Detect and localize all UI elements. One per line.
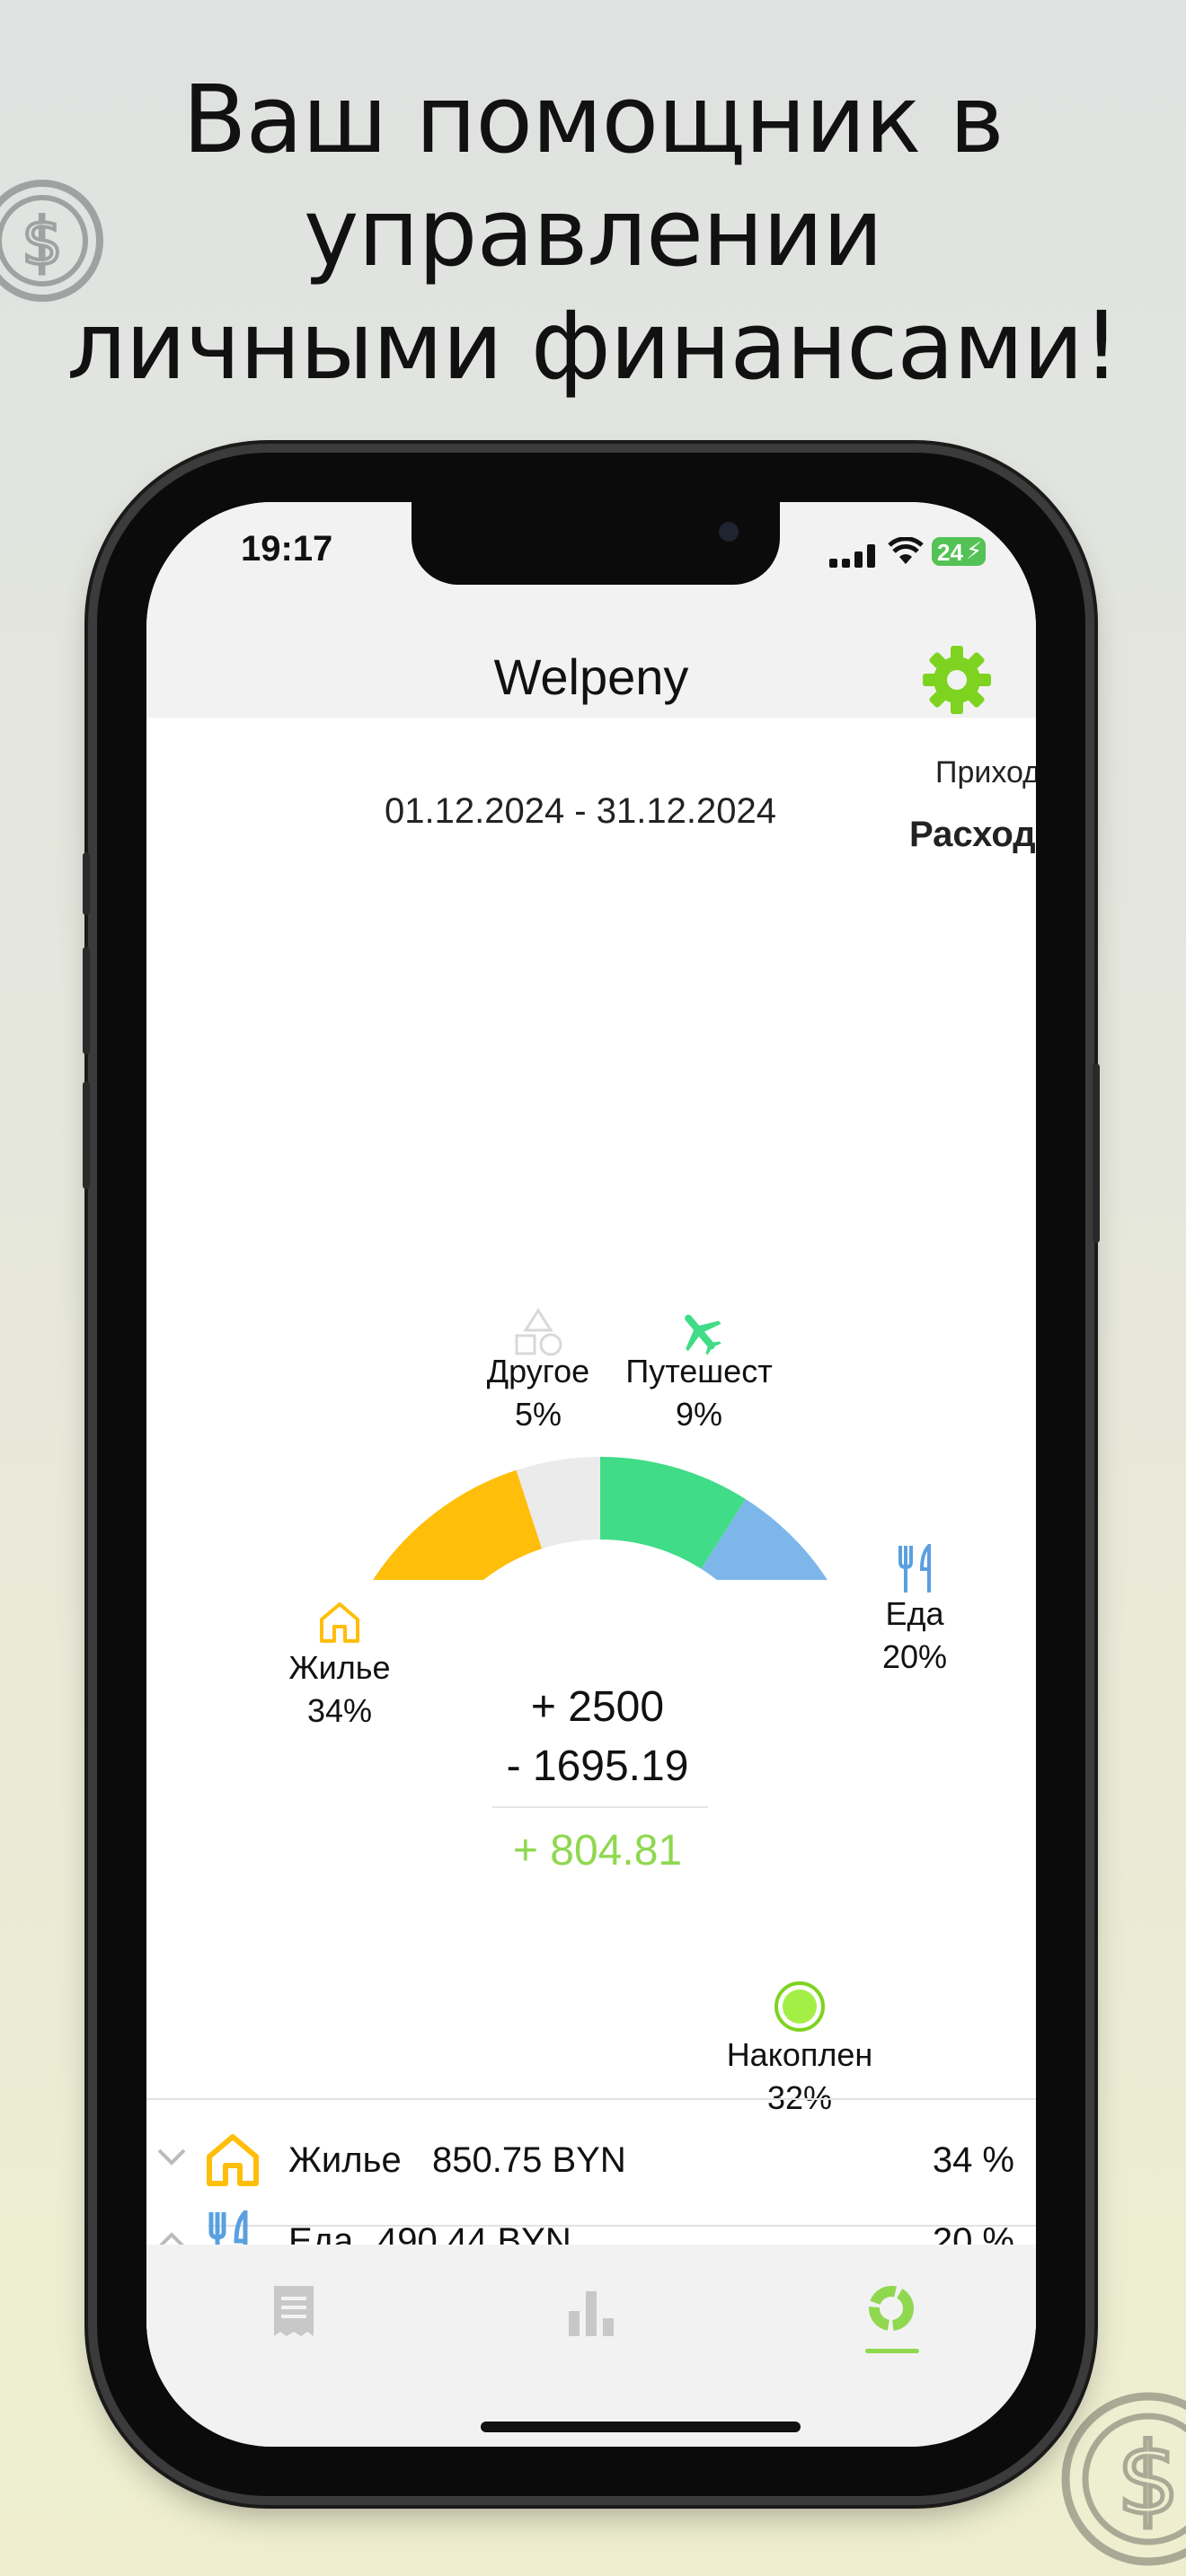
chart-label-name: Путешест	[625, 1353, 773, 1389]
transaction-detail[interactable]: 12.12.2024 18:46 250 USD	[314, 2428, 695, 2447]
chevron-down-icon[interactable]	[217, 2367, 249, 2388]
chevron-down-icon[interactable]	[155, 2146, 188, 2167]
category-percent: 20 %	[932, 2221, 1014, 2261]
tab-receipt-icon[interactable]	[270, 2284, 317, 2338]
total-income: + 2500	[530, 1683, 665, 1731]
total-expense: - 1695.19	[506, 1742, 689, 1790]
circle-icon	[774, 1981, 825, 2032]
category-name: Еда	[288, 2221, 354, 2261]
fork-knife-icon	[208, 2210, 248, 2268]
tab-bar-chart-icon[interactable]	[567, 2288, 615, 2336]
chart-label-food: Еда 20%	[847, 1592, 982, 1679]
chevron-up-icon[interactable]	[155, 2230, 188, 2252]
chart-label-travel: Путешест 9%	[605, 1350, 793, 1436]
promo-line: личными финансами!	[66, 291, 1120, 401]
chart-label-name: Еда	[885, 1595, 944, 1632]
app-screen: 19:17 24 ⚡ Welpeny Приход Расход 01.12.2…	[146, 502, 1036, 2447]
volume-up-button	[83, 947, 90, 1054]
category-name: Жилье	[288, 2140, 402, 2180]
chart-label-pct: 5%	[514, 1396, 562, 1433]
category-amount: 850.75 BYN	[432, 2140, 626, 2180]
chart-label-name: Накоплен	[726, 2036, 873, 2073]
tab-donut-icon[interactable]	[865, 2282, 917, 2334]
phone-frame: 19:17 24 ⚡ Welpeny Приход Расход 01.12.2…	[83, 453, 1100, 2496]
subcategory-name: Аренда	[339, 2360, 464, 2399]
category-percent: 34 %	[932, 2140, 1014, 2180]
svg-text:$: $	[1117, 2422, 1180, 2536]
chart-label-pct: 9%	[675, 1396, 723, 1433]
chart-label-housing: Жилье 34%	[250, 1646, 429, 1733]
power-button	[1093, 1063, 1100, 1243]
chart-label-name: Другое	[486, 1353, 590, 1389]
action-button	[83, 852, 90, 915]
subcategory-amount: 783.75 BYN	[488, 2360, 682, 2399]
subcategory-row-rent[interactable]: Аренда 783.75 BYN 12.12.2024 18:46 250 U…	[146, 2329, 1036, 2447]
category-amount: 490.44 BYN	[377, 2221, 571, 2261]
summary-divider	[492, 1806, 708, 1808]
fork-knife-icon	[898, 1544, 931, 1592]
promo-headline: Ваш помощник в управлении личными финанс…	[0, 63, 1186, 402]
promo-line: Ваш помощник в	[182, 65, 1005, 174]
chart-label-pct: 20%	[881, 1638, 948, 1675]
house-icon	[320, 1602, 359, 1643]
category-row-food[interactable]: Еда 490.44 BYN 20 %	[146, 2198, 1036, 2284]
coin-icon: $	[1061, 2392, 1186, 2566]
volume-down-button	[83, 1081, 90, 1189]
donut-slice-3[interactable]	[329, 1469, 543, 1580]
house-icon	[207, 2134, 259, 2186]
balance: + 804.81	[512, 1827, 683, 1875]
chart-label-pct: 34%	[306, 1692, 373, 1729]
chart-label-name: Жилье	[288, 1649, 391, 1686]
chart-label-other: Другое 5%	[448, 1350, 628, 1436]
coins-icon	[260, 2355, 313, 2396]
promo-line: управлении	[303, 178, 883, 287]
